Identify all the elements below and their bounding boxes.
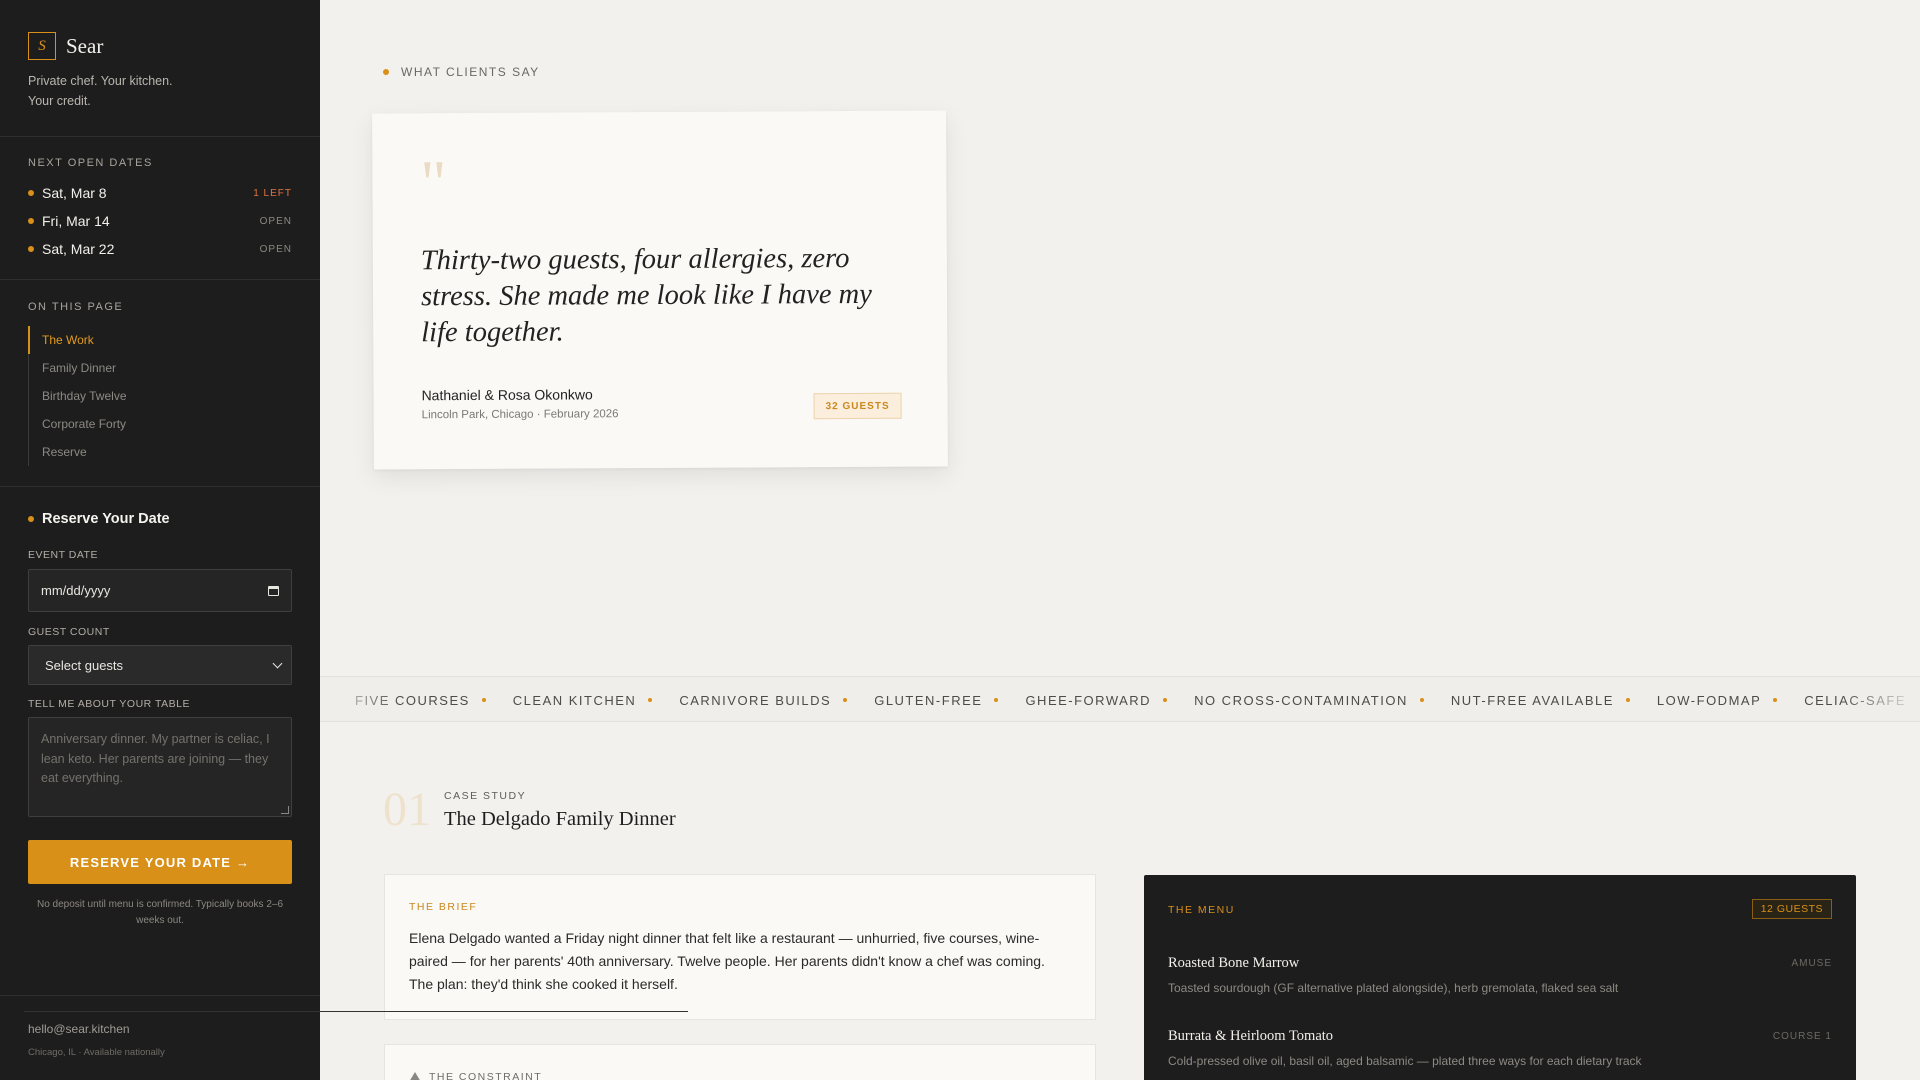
divider xyxy=(0,995,320,996)
brief-text: Elena Delgado wanted a Friday night dinn… xyxy=(409,930,1045,992)
course-name: Burrata & Heirloom Tomato xyxy=(1168,1028,1334,1044)
marquee-tag: LOW-FODMAP xyxy=(1657,693,1804,708)
resize-handle-icon[interactable] xyxy=(281,806,289,814)
separator-dot xyxy=(1163,698,1168,702)
marquee-tag: GLUTEN-FREE xyxy=(874,693,1025,708)
brand-tagline: Private chef. Your kitchen. Your credit. xyxy=(28,74,173,108)
location-text: Chicago, IL · Available nationally xyxy=(28,1047,165,1058)
toc-item-the-work[interactable]: The Work xyxy=(28,326,127,354)
open-date-row[interactable]: Sat, Mar 8 1 LEFT xyxy=(28,182,292,204)
date-status-badge: OPEN xyxy=(259,243,292,255)
toc-item-birthday-twelve[interactable]: Birthday Twelve xyxy=(29,382,127,410)
calendar-icon[interactable] xyxy=(268,585,279,596)
brand-logo: S xyxy=(28,32,56,60)
event-date-placeholder: mm/dd/yyyy xyxy=(41,583,111,598)
marquee-tag: CELIAC-SAFE xyxy=(1804,692,1906,708)
reserve-title: Reserve Your Date xyxy=(42,511,170,527)
date-status-badge: OPEN xyxy=(259,215,292,227)
marquee-tag: CLEAN KITCHEN xyxy=(513,693,680,708)
case-study-label: CASE STUDY xyxy=(444,790,527,802)
warning-icon xyxy=(409,1072,421,1080)
brief-card: THE BRIEF Elena Delgado wanted a Friday … xyxy=(384,874,1096,1020)
toc-label: ON THIS PAGE xyxy=(28,301,124,313)
reserve-date-button[interactable]: RESERVE YOUR DATE → xyxy=(28,840,292,884)
separator-dot xyxy=(994,698,999,702)
reserve-fineprint: No deposit until menu is confirmed. Typi… xyxy=(36,899,284,926)
separator-dot xyxy=(843,698,848,702)
guest-count-label: GUEST COUNT xyxy=(28,626,110,638)
course-description: Toasted sourdough (GF alternative plated… xyxy=(1168,981,1619,995)
menu-label: THE MENU xyxy=(1168,904,1235,916)
menu-card: THE MENU 12 GUESTS Roasted Bone Marrow T… xyxy=(1144,875,1856,1080)
reserve-heading: Reserve Your Date xyxy=(28,511,170,527)
toc-item-corporate-forty[interactable]: Corporate Forty xyxy=(29,410,127,438)
guest-count-badge: 32 GUESTS xyxy=(813,392,902,420)
menu-course: Burrata & Heirloom Tomato Cold-pressed o… xyxy=(1168,1028,1832,1068)
testimonial-client-name: Nathaniel & Rosa Okonkwo xyxy=(421,386,593,404)
contact-email-link[interactable]: hello@sear.kitchen xyxy=(28,1022,130,1036)
open-date: Sat, Mar 8 xyxy=(42,185,107,201)
case-study-number: 01 xyxy=(383,783,431,836)
testimonial-client-meta: Lincoln Park, Chicago · February 2026 xyxy=(421,408,619,422)
divider xyxy=(0,136,320,137)
next-dates-label: NEXT OPEN DATES xyxy=(28,157,153,169)
marquee-track: FIVE COURSES CLEAN KITCHEN CARNIVORE BUI… xyxy=(355,677,1906,721)
open-date: Fri, Mar 14 xyxy=(42,213,110,229)
course-divider xyxy=(24,1011,688,1012)
guest-count-value: Select guests xyxy=(45,657,124,673)
open-date-row[interactable]: Sat, Mar 22 OPEN xyxy=(28,238,292,260)
dietary-tags-marquee: FIVE COURSES CLEAN KITCHEN CARNIVORE BUI… xyxy=(320,676,1920,722)
separator-dot xyxy=(1625,698,1630,702)
status-dot xyxy=(28,218,34,224)
accent-dot xyxy=(28,516,34,522)
event-date-input[interactable]: mm/dd/yyyy xyxy=(28,569,292,612)
testimonial-card: " Thirty-two guests, four allergies, zer… xyxy=(372,110,948,470)
open-date-row[interactable]: Fri, Mar 14 OPEN xyxy=(28,210,292,232)
date-status-badge: 1 LEFT xyxy=(253,187,292,199)
course-tag: COURSE 1 xyxy=(1772,1031,1832,1042)
toc-item-family-dinner[interactable]: Family Dinner xyxy=(29,354,127,382)
brand-name: Sear xyxy=(66,33,104,58)
event-date-label: EVENT DATE xyxy=(28,549,98,561)
marquee-tag: CARNIVORE BUILDS xyxy=(679,693,874,708)
table-details-textarea[interactable]: Anniversary dinner. My partner is celiac… xyxy=(28,717,292,817)
menu-guest-badge: 12 GUESTS xyxy=(1751,899,1832,919)
status-dot xyxy=(28,246,34,252)
open-date: Sat, Mar 22 xyxy=(42,241,115,257)
table-details-placeholder: Anniversary dinner. My partner is celiac… xyxy=(41,732,270,785)
status-dot xyxy=(28,190,34,196)
brand[interactable]: S Sear xyxy=(28,32,103,60)
separator-dot xyxy=(648,698,653,702)
menu-course: Roasted Bone Marrow Toasted sourdough (G… xyxy=(1168,955,1832,995)
divider xyxy=(0,279,320,280)
constraint-heading: THE CONSTRAINT xyxy=(409,1071,542,1080)
quote-mark-icon: " xyxy=(420,147,447,219)
accent-dot xyxy=(383,69,389,75)
toc-nav: The Work Family Dinner Birthday Twelve C… xyxy=(28,326,127,466)
marquee-tag: GHEE-FORWARD xyxy=(1025,693,1194,708)
course-tag: AMUSE xyxy=(1791,958,1832,969)
divider xyxy=(0,486,320,487)
guest-count-select[interactable]: Select guests xyxy=(28,645,292,685)
constraint-label: THE CONSTRAINT xyxy=(429,1071,543,1080)
course-name: Roasted Bone Marrow xyxy=(1168,955,1300,971)
course-description: Cold-pressed olive oil, basil oil, aged … xyxy=(1168,1054,1642,1068)
marquee-tag: NUT-FREE AVAILABLE xyxy=(1451,693,1657,708)
toc-item-reserve[interactable]: Reserve xyxy=(29,438,127,466)
constraint-card: THE CONSTRAINT xyxy=(384,1044,1096,1080)
marquee-tag: FIVE COURSES xyxy=(355,693,513,708)
table-details-label: TELL ME ABOUT YOUR TABLE xyxy=(28,698,190,710)
sidebar: S Sear Private chef. Your kitchen. Your … xyxy=(0,0,320,1080)
brief-label: THE BRIEF xyxy=(409,901,478,913)
separator-dot xyxy=(1773,698,1778,702)
separator-dot xyxy=(481,698,486,702)
case-study-title: The Delgado Family Dinner xyxy=(444,808,676,830)
marquee-tag: NO CROSS-CONTAMINATION xyxy=(1194,693,1451,708)
testimonials-eyebrow-label: WHAT CLIENTS SAY xyxy=(401,65,540,79)
chevron-down-icon xyxy=(272,658,283,668)
testimonials-eyebrow: WHAT CLIENTS SAY xyxy=(383,65,540,79)
separator-dot xyxy=(1419,698,1424,702)
testimonial-quote: Thirty-two guests, four allergies, zero … xyxy=(420,243,872,349)
